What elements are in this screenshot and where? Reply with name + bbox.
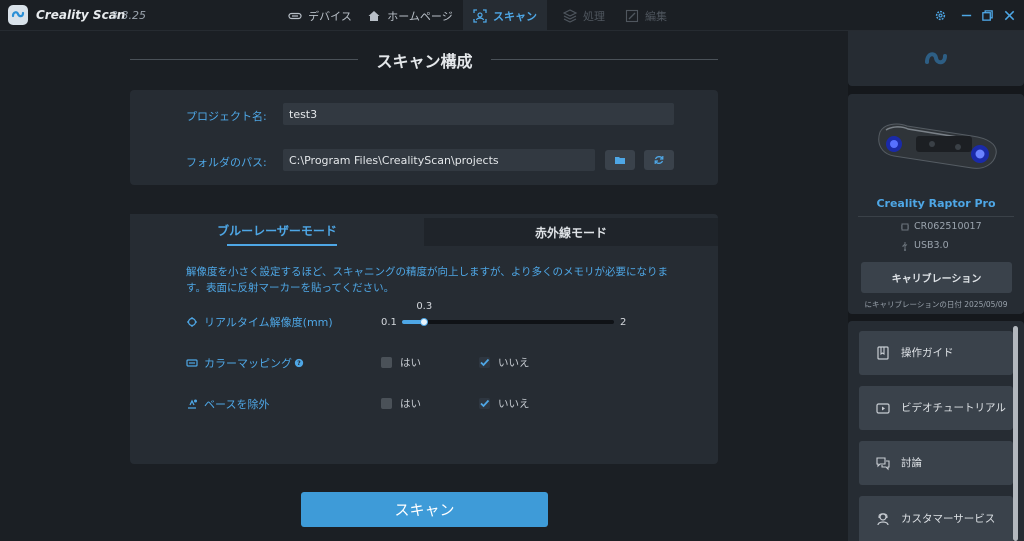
app-logo-icon [8,5,28,25]
browse-folder-button[interactable] [605,150,635,170]
home-icon [368,10,380,21]
mode-card: 赤外線モード ブルーレーザーモード 解像度を小さく設定するほど、スキャニングの精… [130,214,718,464]
reset-path-button[interactable] [644,150,674,170]
tab-edit[interactable]: 編集 [619,0,673,31]
folder-icon [615,157,625,164]
link-discussion[interactable]: 討論 [859,441,1013,485]
project-name-input[interactable]: test3 [283,103,674,125]
project-card: プロジェクト名: test3 フォルダのパス: C:\Program Files… [130,90,718,185]
refresh-icon [654,156,664,164]
right-sidebar: Creality Raptor Pro CR062510017 USB3.0 キ… [848,31,1024,541]
checkbox-unchecked [381,398,392,409]
headset-icon [877,512,889,525]
color-mapping-option: カラーマッピング ? [186,355,304,371]
device-serial-text: CR062510017 [914,221,982,232]
link-customer-service[interactable]: カスタマーサービス [859,496,1013,541]
remove-base-yes-label: はい [400,398,421,410]
chat-bubbles-icon [876,457,890,471]
divider [130,59,358,60]
remove-base-no-label: いいえ [498,398,530,410]
link-operation-guide[interactable]: 操作ガイド [859,331,1013,375]
folder-path-input[interactable]: C:\Program Files\CrealityScan\projects [283,149,595,171]
device-link-icon [288,12,302,19]
color-mapping-yes-label: はい [400,357,421,369]
resolution-option: リアルタイム解像度(mm) [186,314,333,330]
section-title: スキャン構成 [376,52,473,71]
serial-chip-icon [901,223,909,230]
color-mapping-icon [186,359,198,367]
checkmark-icon [479,357,490,368]
svg-text:?: ? [297,360,301,367]
remove-base-label: ベースを除外 [204,398,270,411]
remove-base-no-checkbox[interactable]: いいえ [479,396,530,411]
color-mapping-label: カラーマッピング [204,357,292,370]
resolution-min: 0.1 [381,317,397,328]
section-header: スキャン構成 [130,45,718,75]
tab-blue-laser-label: ブルーレーザーモード [217,223,337,238]
color-mapping-no-label: いいえ [498,357,530,369]
tab-infrared-label: 赤外線モード [534,225,607,240]
remove-base-option: ベースを除外 [186,396,269,412]
mode-description: 解像度を小さく設定するほど、スキャニングの精度が向上しますが、より多くのメモリが… [186,266,669,294]
active-tab-indicator [227,244,337,246]
divider [858,216,1014,217]
resolution-max: 2 [620,317,627,328]
project-name-label: プロジェクト名: [186,110,267,123]
brand-mark-icon [925,52,947,65]
tab-scan[interactable]: スキャン [463,0,547,31]
link-video-tutorial-label: ビデオチュートリアル [901,402,1006,414]
tab-scan-label: スキャン [493,9,537,23]
title-bar: Creality Scan 3.3.25 デバイス ホームページ スキャン 処理… [0,0,1024,31]
settings-gear-icon[interactable] [933,8,947,22]
tab-infrared-mode[interactable]: 赤外線モード [424,218,718,246]
scanner-device-image [878,123,997,169]
device-connection-text: USB3.0 [914,240,949,251]
tab-device[interactable]: デバイス [282,0,358,31]
resolution-value: 0.3 [416,301,433,312]
tab-edit-label: 編集 [645,9,667,23]
brand-header [848,31,1024,86]
restore-icon[interactable] [980,8,994,22]
minimize-icon[interactable] [959,8,973,22]
checkbox-unchecked [381,357,392,368]
edit-icon [625,9,639,22]
link-video-tutorial[interactable]: ビデオチュートリアル [859,386,1013,430]
tab-device-label: デバイス [308,9,352,23]
calibration-date: にキャリブレーションの日付 2025/05/09 [864,300,1008,309]
resolution-icon [187,317,197,327]
usb-icon [902,241,908,251]
close-icon[interactable] [1002,8,1016,22]
remove-base-yes-checkbox[interactable]: はい [381,396,421,411]
app-version: 3.3.25 [111,9,146,22]
link-discussion-label: 討論 [901,457,922,469]
help-links-panel: 操作ガイド ビデオチュートリアル 討論 カスタマーサービス [848,321,1024,541]
resolution-slider-handle[interactable] [420,318,429,326]
device-connection: USB3.0 [900,240,949,251]
scan-frame-icon [473,8,487,23]
checkmark-icon [479,398,490,409]
video-icon [876,403,890,414]
calibration-button[interactable]: キャリブレーション [861,262,1012,293]
color-mapping-no-checkbox[interactable]: いいえ [479,355,530,370]
folder-path-label: フォルダのパス: [186,156,267,169]
link-operation-guide-label: 操作ガイド [901,347,954,359]
device-name: Creality Raptor Pro [876,197,996,210]
tab-home-label: ホームページ [387,9,453,23]
remove-base-icon [188,399,197,409]
color-mapping-yes-checkbox[interactable]: はい [381,355,421,370]
divider [491,59,718,60]
scan-button[interactable]: スキャン [301,492,548,527]
resolution-label: リアルタイム解像度(mm) [204,316,333,329]
tab-blue-laser-mode[interactable]: ブルーレーザーモード [130,214,424,246]
tab-home[interactable]: ホームページ [365,0,455,31]
resolution-slider-track[interactable] [402,320,614,324]
device-serial: CR062510017 [900,221,982,232]
tab-process[interactable]: 処理 [554,0,614,31]
guide-book-icon [877,346,889,360]
link-customer-service-label: カスタマーサービス [901,512,996,525]
sidebar-scrollbar[interactable] [1013,326,1018,541]
process-icon [563,8,577,23]
help-icon[interactable]: ? [294,358,304,368]
tab-process-label: 処理 [583,9,605,23]
